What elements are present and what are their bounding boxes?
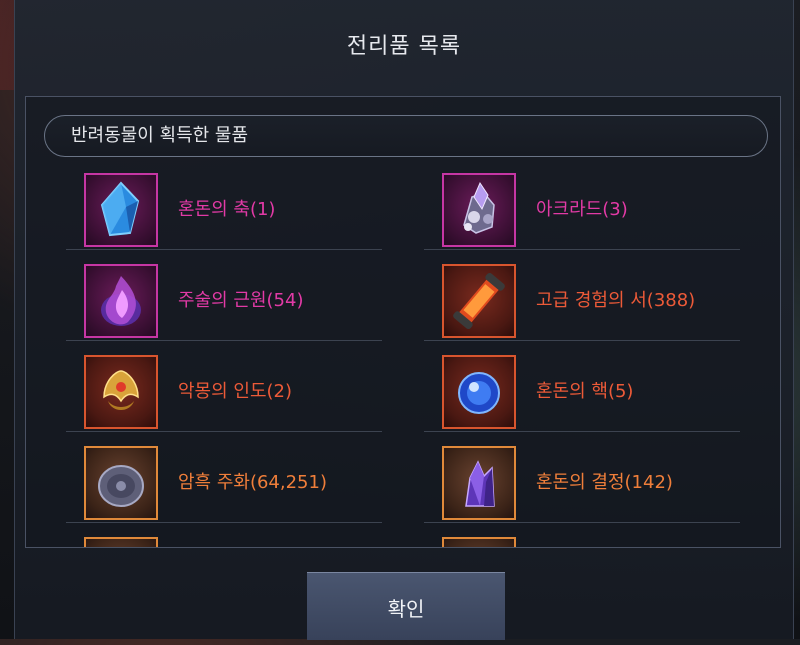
gold-emblem-icon [84,355,158,429]
item-label: 아크라드(3) [536,199,628,220]
loot-item[interactable]: 악몽의 인도(2) [66,349,382,432]
loot-list-dialog: 전리품 목록 반려동물이 획득한 물품 혼돈의 축(1) 아크라드(3) 주술의… [14,0,794,640]
dark-coin-icon [84,446,158,520]
item-label: 혼돈의 핵(5) [536,381,634,402]
confirm-button[interactable]: 확인 [307,572,505,640]
loot-item[interactable]: 혼돈의 결정(142) [424,440,740,523]
item-label: 암흑 주화(64,251) [178,472,327,493]
ore-cluster-icon [442,173,516,247]
loot-item[interactable]: 혼돈의 축(1) [66,167,382,250]
loot-item[interactable]: 고급 경험의 서(388) [424,258,740,341]
item-label: 고급 경험의 서(388) [536,290,696,311]
purple-crystal-icon [442,446,516,520]
loot-item-partial [424,531,740,547]
item-label: 혼돈의 결정(142) [536,472,673,493]
item-icon-partial [442,537,516,547]
panel-header: 반려동물이 획득한 물품 [44,115,768,157]
loot-grid[interactable]: 혼돈의 축(1) 아크라드(3) 주술의 근원(54) 고급 경험의 서(388… [66,167,756,547]
scroll-icon [442,264,516,338]
dialog-title: 전리품 목록 [346,34,462,59]
loot-item[interactable]: 혼돈의 핵(5) [424,349,740,432]
item-label: 악몽의 인도(2) [178,381,293,402]
loot-panel: 반려동물이 획득한 물품 혼돈의 축(1) 아크라드(3) 주술의 근원(54)… [25,96,781,548]
loot-item[interactable]: 암흑 주화(64,251) [66,440,382,523]
blue-orb-icon [442,355,516,429]
loot-item[interactable]: 아크라드(3) [424,167,740,250]
purple-flame-icon [84,264,158,338]
item-icon-partial [84,537,158,547]
blue-crystal-shard-icon [84,173,158,247]
item-label: 혼돈의 축(1) [178,199,276,220]
loot-item[interactable]: 주술의 근원(54) [66,258,382,341]
item-label: 주술의 근원(54) [178,290,304,311]
loot-item-partial [66,531,382,547]
